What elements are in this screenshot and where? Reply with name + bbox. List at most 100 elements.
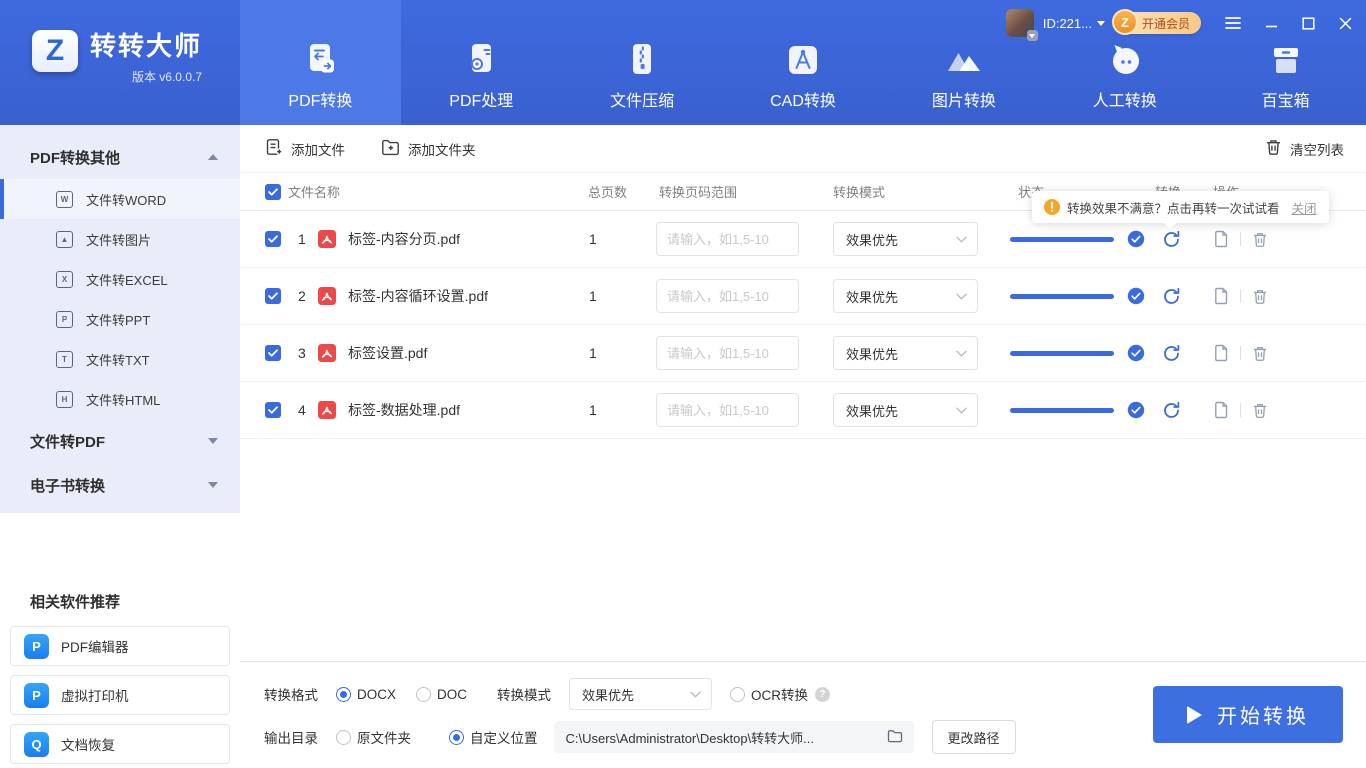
page-range-input[interactable] bbox=[656, 336, 799, 370]
tooltip-close-link[interactable]: 关闭 bbox=[1292, 198, 1317, 217]
avatar[interactable] bbox=[1005, 9, 1038, 41]
titlebar-right: ID:221... Z 开通会员 bbox=[1005, 9, 1352, 41]
format-radio-doc[interactable]: DOC bbox=[416, 686, 467, 702]
sidebar-section-ebook-convert[interactable]: 电子书转换 bbox=[0, 463, 240, 507]
vip-upgrade-badge[interactable]: Z 开通会员 bbox=[1111, 9, 1201, 35]
maximize-icon[interactable] bbox=[1302, 16, 1315, 30]
row-checkbox[interactable] bbox=[265, 288, 281, 304]
close-icon[interactable] bbox=[1339, 17, 1352, 30]
page-count: 1 bbox=[589, 345, 597, 361]
convert-mode-select[interactable]: 效果优先 bbox=[833, 393, 978, 427]
html-doc-icon: H bbox=[56, 390, 73, 408]
chevron-up-icon bbox=[208, 149, 218, 160]
row-checkbox[interactable] bbox=[265, 231, 281, 247]
minimize-icon[interactable] bbox=[1265, 17, 1278, 30]
add-file-icon bbox=[265, 138, 283, 159]
pdf-file-icon bbox=[318, 401, 348, 419]
chevron-down-icon bbox=[690, 691, 701, 698]
sidebar-section-pdf-convert-other[interactable]: PDF转换其他 bbox=[0, 135, 240, 179]
delete-icon[interactable] bbox=[1252, 345, 1268, 362]
add-file-button[interactable]: 添加文件 bbox=[265, 138, 345, 159]
recommend-label: 文档恢复 bbox=[61, 738, 115, 753]
convert-mode-select[interactable]: 效果优先 bbox=[833, 222, 978, 256]
change-path-button[interactable]: 更改路径 bbox=[931, 720, 1016, 754]
recommend-virtual-printer[interactable]: P 虚拟打印机 bbox=[10, 675, 230, 715]
row-checkbox[interactable] bbox=[265, 402, 281, 418]
nav-tab-label: CAD转换 bbox=[770, 93, 836, 110]
convert-mode-value: 效果优先 bbox=[846, 232, 899, 248]
zip-icon bbox=[620, 38, 664, 82]
sidebar-item-to-excel[interactable]: X 文件转EXCEL bbox=[0, 259, 240, 299]
recommend-doc-recovery[interactable]: Q 文档恢复 bbox=[10, 724, 230, 764]
file-name: 标签-内容循环设置.pdf bbox=[348, 288, 489, 304]
output-radio-source-folder[interactable]: 原文件夹 bbox=[336, 727, 411, 747]
logo-icon: Z bbox=[32, 30, 78, 72]
retry-refresh-icon[interactable] bbox=[1162, 287, 1181, 306]
virtual-printer-icon: P bbox=[24, 682, 49, 708]
nav-tab-file-compress[interactable]: 文件压缩 bbox=[562, 0, 723, 125]
pdf-convert-icon bbox=[298, 38, 342, 82]
txt-doc-icon: T bbox=[56, 350, 73, 368]
word-doc-icon: W bbox=[56, 190, 73, 208]
avatar-mini-badge bbox=[1026, 30, 1038, 41]
delete-icon[interactable] bbox=[1252, 288, 1268, 305]
recommend-title: 相关软件推荐 bbox=[30, 594, 121, 611]
convert-mode-select[interactable]: 效果优先 bbox=[833, 336, 978, 370]
sidebar-item-to-image[interactable]: ▲ 文件转图片 bbox=[0, 219, 240, 259]
user-dropdown-caret-icon[interactable] bbox=[1096, 20, 1105, 30]
output-radio-custom[interactable]: 自定义位置 bbox=[449, 727, 538, 747]
delete-icon[interactable] bbox=[1252, 231, 1268, 248]
chevron-down-icon bbox=[956, 236, 967, 243]
sidebar-item-to-ppt[interactable]: P 文件转PPT bbox=[0, 299, 240, 339]
warning-icon bbox=[1044, 199, 1060, 215]
progress-bar bbox=[1010, 236, 1114, 242]
convert-mode-select[interactable]: 效果优先 bbox=[833, 279, 978, 313]
open-file-icon[interactable] bbox=[1213, 344, 1229, 362]
delete-icon[interactable] bbox=[1252, 402, 1268, 419]
page-range-input[interactable] bbox=[656, 393, 799, 427]
open-file-icon[interactable] bbox=[1213, 230, 1229, 248]
help-icon[interactable] bbox=[815, 686, 831, 702]
retry-refresh-icon[interactable] bbox=[1162, 344, 1181, 363]
nav-tab-pdf-convert[interactable]: PDF转换 bbox=[240, 0, 401, 125]
settings-panel: 转换格式 DOCX DOC 转换模式 效果优先 OCR转换 输出目录 原文件夹 … bbox=[240, 661, 1366, 768]
image-doc-icon: ▲ bbox=[56, 230, 73, 248]
retry-refresh-icon[interactable] bbox=[1162, 401, 1181, 420]
open-file-icon[interactable] bbox=[1213, 401, 1229, 419]
bottom-mode-select[interactable]: 效果优先 bbox=[569, 678, 713, 710]
recommend-pdf-editor[interactable]: P PDF编辑器 bbox=[10, 626, 230, 666]
format-radio-docx[interactable]: DOCX bbox=[336, 686, 396, 702]
nav-tab-cad-convert[interactable]: CAD转换 bbox=[723, 0, 884, 125]
file-name: 标签设置.pdf bbox=[348, 345, 428, 361]
tooltip-text: 转换效果不满意？点击再转一次试试看 bbox=[1067, 201, 1280, 216]
start-convert-button[interactable]: 开始转换 bbox=[1153, 686, 1343, 743]
open-file-icon[interactable] bbox=[1213, 287, 1229, 305]
page-range-input[interactable] bbox=[656, 279, 799, 313]
sidebar-section-file-to-pdf[interactable]: 文件转PDF bbox=[0, 419, 240, 463]
col-page-range: 转换页码范围 bbox=[659, 185, 738, 200]
sidebar-item-to-word[interactable]: W 文件转WORD bbox=[0, 179, 240, 219]
user-id[interactable]: ID:221... bbox=[1043, 16, 1092, 31]
radio-label: 原文件夹 bbox=[357, 731, 411, 746]
image-convert-icon bbox=[942, 38, 986, 82]
select-all-checkbox[interactable] bbox=[265, 183, 281, 200]
page-range-input[interactable] bbox=[656, 222, 799, 256]
row-checkbox[interactable] bbox=[265, 345, 281, 361]
nav-tab-pdf-process[interactable]: PDF处理 bbox=[401, 0, 562, 125]
menu-icon[interactable] bbox=[1225, 16, 1241, 30]
ocr-radio[interactable]: OCR转换 bbox=[730, 684, 808, 704]
file-name: 标签-数据处理.pdf bbox=[348, 402, 461, 418]
format-label: 转换格式 bbox=[264, 688, 318, 703]
output-path-field[interactable]: C:\Users\Administrator\Desktop\转转大师... bbox=[553, 721, 914, 753]
add-folder-button[interactable]: 添加文件夹 bbox=[381, 139, 476, 159]
clear-list-button[interactable]: 清空列表 bbox=[1265, 138, 1344, 159]
section-title: PDF转换其他 bbox=[30, 149, 121, 167]
sidebar-item-to-txt[interactable]: T 文件转TXT bbox=[0, 339, 240, 379]
sidebar-item-to-html[interactable]: H 文件转HTML bbox=[0, 379, 240, 419]
doc-recovery-icon: Q bbox=[24, 731, 49, 757]
sidebar-item-label: 文件转EXCEL bbox=[86, 272, 168, 288]
retry-tooltip: 转换效果不满意？点击再转一次试试看 关闭 bbox=[1032, 191, 1329, 229]
sidebar-sections: PDF转换其他 W 文件转WORD ▲ 文件转图片 X 文件转EXCEL P 文… bbox=[0, 125, 240, 513]
row-index: 2 bbox=[298, 288, 306, 304]
folder-icon bbox=[887, 729, 903, 746]
